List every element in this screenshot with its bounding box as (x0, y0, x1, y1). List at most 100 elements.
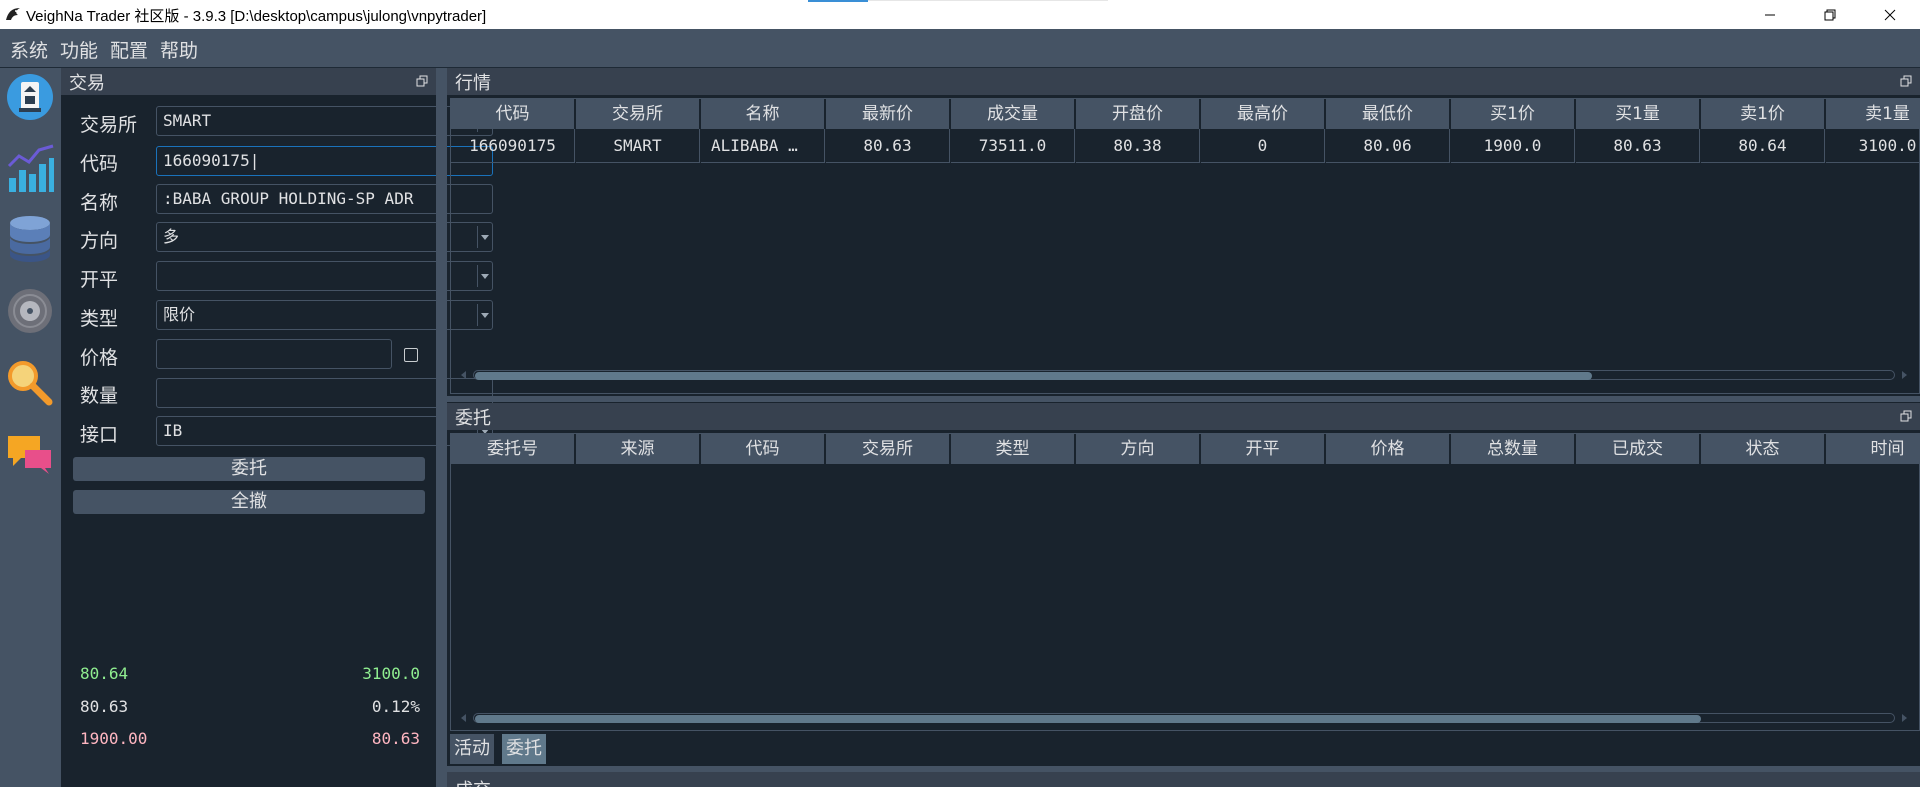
minimize-button[interactable] (1740, 0, 1800, 29)
offset-label: 开平 (80, 269, 119, 291)
search-icon[interactable] (5, 358, 55, 408)
market-hscrollbar[interactable] (459, 367, 1909, 383)
symbol-label: 代码 (80, 153, 119, 175)
symbol-value: 166090175 (163, 151, 250, 170)
column-header[interactable]: 方向 (1076, 434, 1200, 464)
titlebar-accent (808, 0, 868, 2)
scroll-thumb[interactable] (475, 715, 1701, 723)
column-header[interactable]: 代码 (451, 99, 575, 129)
float-icon[interactable] (1900, 75, 1912, 87)
tab-active-orders[interactable]: 活动 (450, 734, 494, 764)
window-title: VeighNa Trader 社区版 - 3.9.3 [D:\desktop\c… (26, 8, 487, 25)
close-button[interactable] (1860, 0, 1920, 29)
column-header[interactable]: 交易所 (576, 99, 700, 129)
app-toolbar (0, 68, 61, 787)
bid-volume: 80.63 (371, 729, 420, 748)
column-header[interactable]: 代码 (701, 434, 825, 464)
column-header[interactable]: 最低价 (1326, 99, 1450, 129)
titlebar-accent-line (868, 0, 1108, 1)
column-header[interactable]: 总数量 (1451, 434, 1575, 464)
cell-last-price: 80.63 (826, 129, 950, 163)
column-header[interactable]: 交易所 (826, 434, 950, 464)
scroll-left-icon[interactable] (461, 714, 466, 722)
scroll-thumb[interactable] (475, 372, 1592, 380)
column-header[interactable]: 开平 (1201, 434, 1325, 464)
market-table: 代码 交易所 名称 最新价 成交量 开盘价 最高价 最低价 买1价 买1量 卖1… (450, 98, 1920, 394)
menu-config[interactable]: 配置 (110, 36, 148, 63)
column-header[interactable]: 名称 (701, 99, 825, 129)
column-header[interactable]: 时间 (1826, 434, 1919, 464)
column-header[interactable]: 最高价 (1201, 99, 1325, 129)
price-checkbox[interactable] (404, 348, 418, 362)
tab-all-orders[interactable]: 委托 (502, 734, 546, 764)
ask-price: 80.64 (80, 664, 129, 683)
chat-icon[interactable] (5, 430, 55, 480)
price-label: 价格 (80, 347, 119, 369)
price-input[interactable] (156, 339, 392, 369)
direction-value: 多 (163, 227, 180, 246)
column-header[interactable]: 买1量 (1576, 99, 1700, 129)
market-dock-title: 行情 (447, 68, 1920, 95)
app-logo-icon (6, 8, 20, 20)
cancel-all-button[interactable]: 全撤 (73, 490, 425, 514)
menu-functions[interactable]: 功能 (60, 36, 98, 63)
column-header[interactable]: 买1价 (1451, 99, 1575, 129)
trades-dock-title: 成交 (447, 772, 1920, 787)
chart-icon[interactable] (5, 144, 55, 194)
send-order-button[interactable]: 委托 (73, 457, 425, 481)
column-header[interactable]: 开盘价 (1076, 99, 1200, 129)
market-table-header: 代码 交易所 名称 最新价 成交量 开盘价 最高价 最低价 买1价 买1量 卖1… (451, 99, 1919, 129)
scroll-right-icon[interactable] (1902, 371, 1907, 379)
column-header[interactable]: 类型 (951, 434, 1075, 464)
column-header[interactable]: 卖1量 (1826, 99, 1919, 129)
column-header[interactable]: 来源 (576, 434, 700, 464)
menubar: 系统 功能 配置 帮助 (0, 29, 1920, 68)
column-header[interactable]: 卖1价 (1701, 99, 1825, 129)
dock-splitter[interactable] (436, 68, 447, 787)
type-value: 限价 (163, 305, 196, 324)
type-label: 类型 (80, 308, 119, 330)
exchange-value: SMART (163, 111, 212, 130)
menu-help[interactable]: 帮助 (160, 36, 198, 63)
gateway-value: IB (163, 421, 183, 440)
cell-volume: 73511.0 (951, 129, 1075, 163)
column-header[interactable]: 委托号 (451, 434, 575, 464)
column-header[interactable]: 最新价 (826, 99, 950, 129)
float-icon[interactable] (1900, 410, 1912, 422)
table-row[interactable]: 166090175 SMART ALIBABA … 80.63 73511.0 … (451, 129, 1919, 163)
menu-system[interactable]: 系统 (10, 36, 48, 63)
cell-exchange: SMART (576, 129, 700, 163)
column-header[interactable]: 价格 (1326, 434, 1450, 464)
orders-table-header: 委托号 来源 代码 交易所 类型 方向 开平 价格 总数量 已成交 状态 时间 (451, 434, 1919, 464)
cell-low-price: 80.06 (1326, 129, 1450, 163)
cell-symbol: 166090175 (451, 129, 575, 163)
exchange-label: 交易所 (80, 114, 138, 136)
trader-icon[interactable] (5, 72, 55, 122)
minimize-icon (1765, 14, 1775, 15)
name-value: :BABA GROUP HOLDING-SP ADR (163, 189, 414, 208)
gateway-label: 接口 (80, 424, 119, 446)
trade-dock-title-text: 交易 (69, 73, 105, 94)
orders-dock-title: 委托 (447, 403, 1920, 430)
database-icon[interactable] (5, 213, 55, 263)
name-label: 名称 (80, 192, 119, 214)
ask-volume: 3100.0 (362, 664, 420, 683)
cell-ask-volume-1: 3100.0 (1826, 129, 1919, 163)
close-icon (1884, 9, 1896, 20)
float-icon[interactable] (416, 75, 428, 87)
volume-label: 数量 (80, 385, 119, 407)
cell-ask-price-1: 80.64 (1701, 129, 1825, 163)
record-icon[interactable] (5, 286, 55, 336)
market-dock-title-text: 行情 (455, 73, 491, 94)
orders-hscrollbar[interactable] (459, 710, 1909, 726)
dock-splitter-horizontal[interactable] (447, 396, 1920, 402)
window-titlebar: VeighNa Trader 社区版 - 3.9.3 [D:\desktop\c… (0, 0, 1920, 29)
restore-button[interactable] (1800, 0, 1860, 29)
column-header[interactable]: 成交量 (951, 99, 1075, 129)
scroll-left-icon[interactable] (461, 371, 466, 379)
scroll-right-icon[interactable] (1902, 714, 1907, 722)
cell-bid-volume-1: 80.63 (1576, 129, 1700, 163)
column-header[interactable]: 状态 (1701, 434, 1825, 464)
last-price: 80.63 (80, 697, 129, 716)
column-header[interactable]: 已成交 (1576, 434, 1700, 464)
